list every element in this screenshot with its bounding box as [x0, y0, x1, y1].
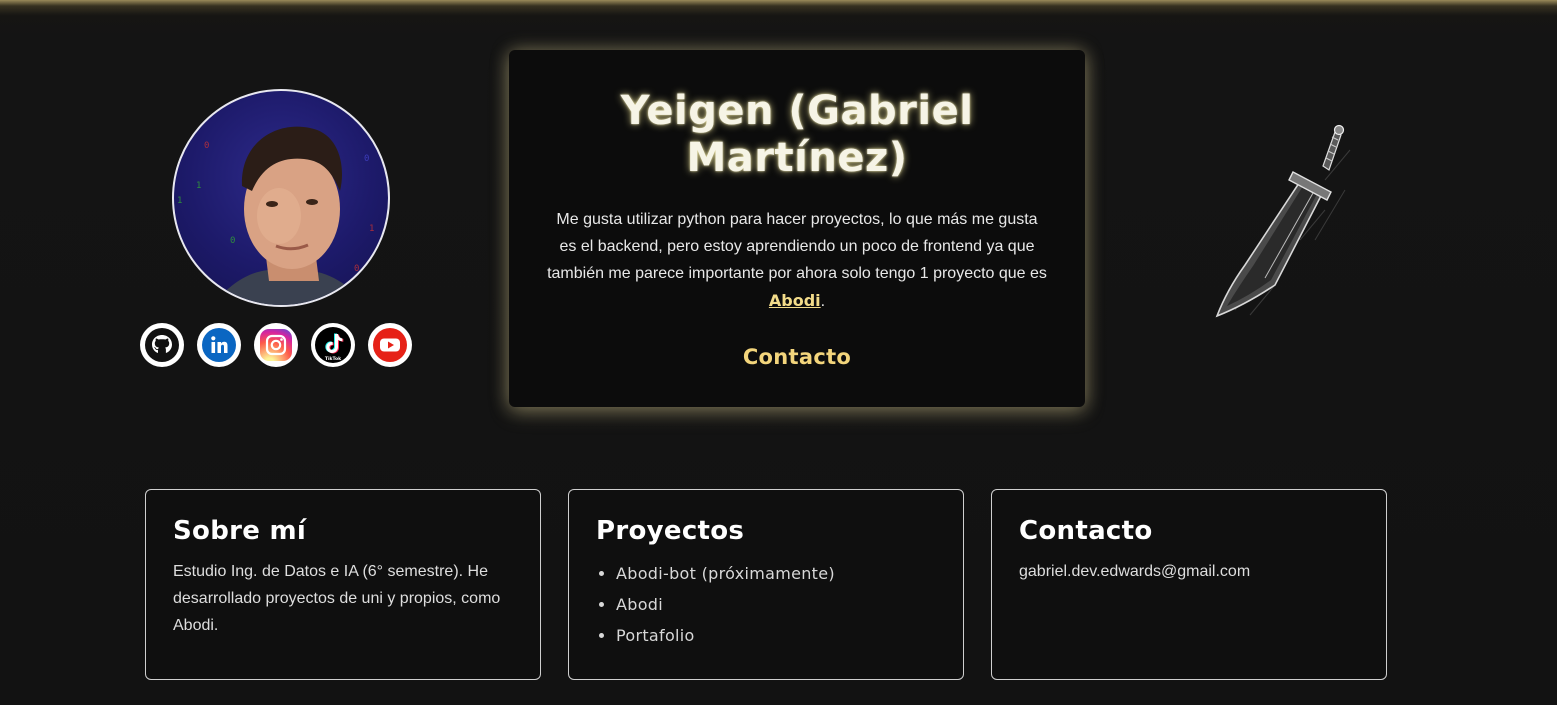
projects-card: Proyectos Abodi-bot (próximamente) Abodi…	[568, 489, 964, 680]
linkedin-icon	[202, 328, 236, 362]
github-link[interactable]	[140, 323, 184, 367]
project-item: Abodi-bot (próximamente)	[616, 558, 936, 589]
tiktok-link[interactable]: TikTok	[311, 323, 355, 367]
svg-text:0: 0	[354, 264, 359, 274]
contact-title: Contacto	[1019, 516, 1153, 546]
hero-title-line1: Yeigen (Gabriel	[620, 88, 974, 134]
svg-text:1: 1	[196, 181, 201, 191]
contact-link[interactable]: Contacto	[743, 345, 851, 369]
tiktok-icon-label: TikTok	[325, 356, 342, 362]
instagram-icon	[260, 329, 292, 361]
svg-text:0: 0	[364, 154, 369, 164]
projects-list: Abodi-bot (próximamente) Abodi Portafoli…	[596, 558, 936, 651]
about-card: Sobre mí Estudio Ing. de Datos e IA (6° …	[145, 489, 541, 680]
svg-text:1: 1	[369, 224, 374, 234]
hero-title-line2: Martínez)	[686, 135, 908, 181]
youtube-link[interactable]	[368, 323, 412, 367]
hero-description-end: .	[820, 293, 826, 310]
svg-text:1: 1	[177, 196, 182, 206]
sword-illustration	[1215, 124, 1351, 318]
avatar-photo: 0 1 1 0 1 0 0	[177, 126, 374, 305]
hero-card: Yeigen (Gabriel Martínez) Me gusta utili…	[509, 50, 1085, 407]
svg-text:0: 0	[230, 236, 235, 246]
abodi-link[interactable]: Abodi	[769, 291, 821, 310]
avatar: 0 1 1 0 1 0 0	[172, 89, 390, 307]
svg-text:0: 0	[204, 141, 209, 151]
contact-email: gabriel.dev.edwards@gmail.com	[1019, 563, 1251, 580]
contact-card: Contacto gabriel.dev.edwards@gmail.com	[991, 489, 1387, 680]
hero-title: Yeigen (Gabriel Martínez)	[539, 88, 1055, 182]
about-text: Estudio Ing. de Datos e IA (6° semestre)…	[173, 563, 501, 634]
hero-description: Me gusta utilizar python para hacer proy…	[547, 206, 1047, 315]
social-links: TikTok	[140, 323, 412, 367]
youtube-icon	[373, 328, 407, 362]
project-item: Abodi	[616, 589, 936, 620]
instagram-link[interactable]	[254, 323, 298, 367]
hero-description-text: Me gusta utilizar python para hacer proy…	[547, 211, 1047, 282]
top-glow-bar	[0, 0, 1557, 16]
linkedin-link[interactable]	[197, 323, 241, 367]
project-item: Portafolio	[616, 620, 936, 651]
projects-title: Proyectos	[596, 516, 745, 546]
github-icon	[145, 328, 179, 362]
tiktok-icon: TikTok	[315, 327, 351, 363]
about-title: Sobre mí	[173, 516, 307, 546]
